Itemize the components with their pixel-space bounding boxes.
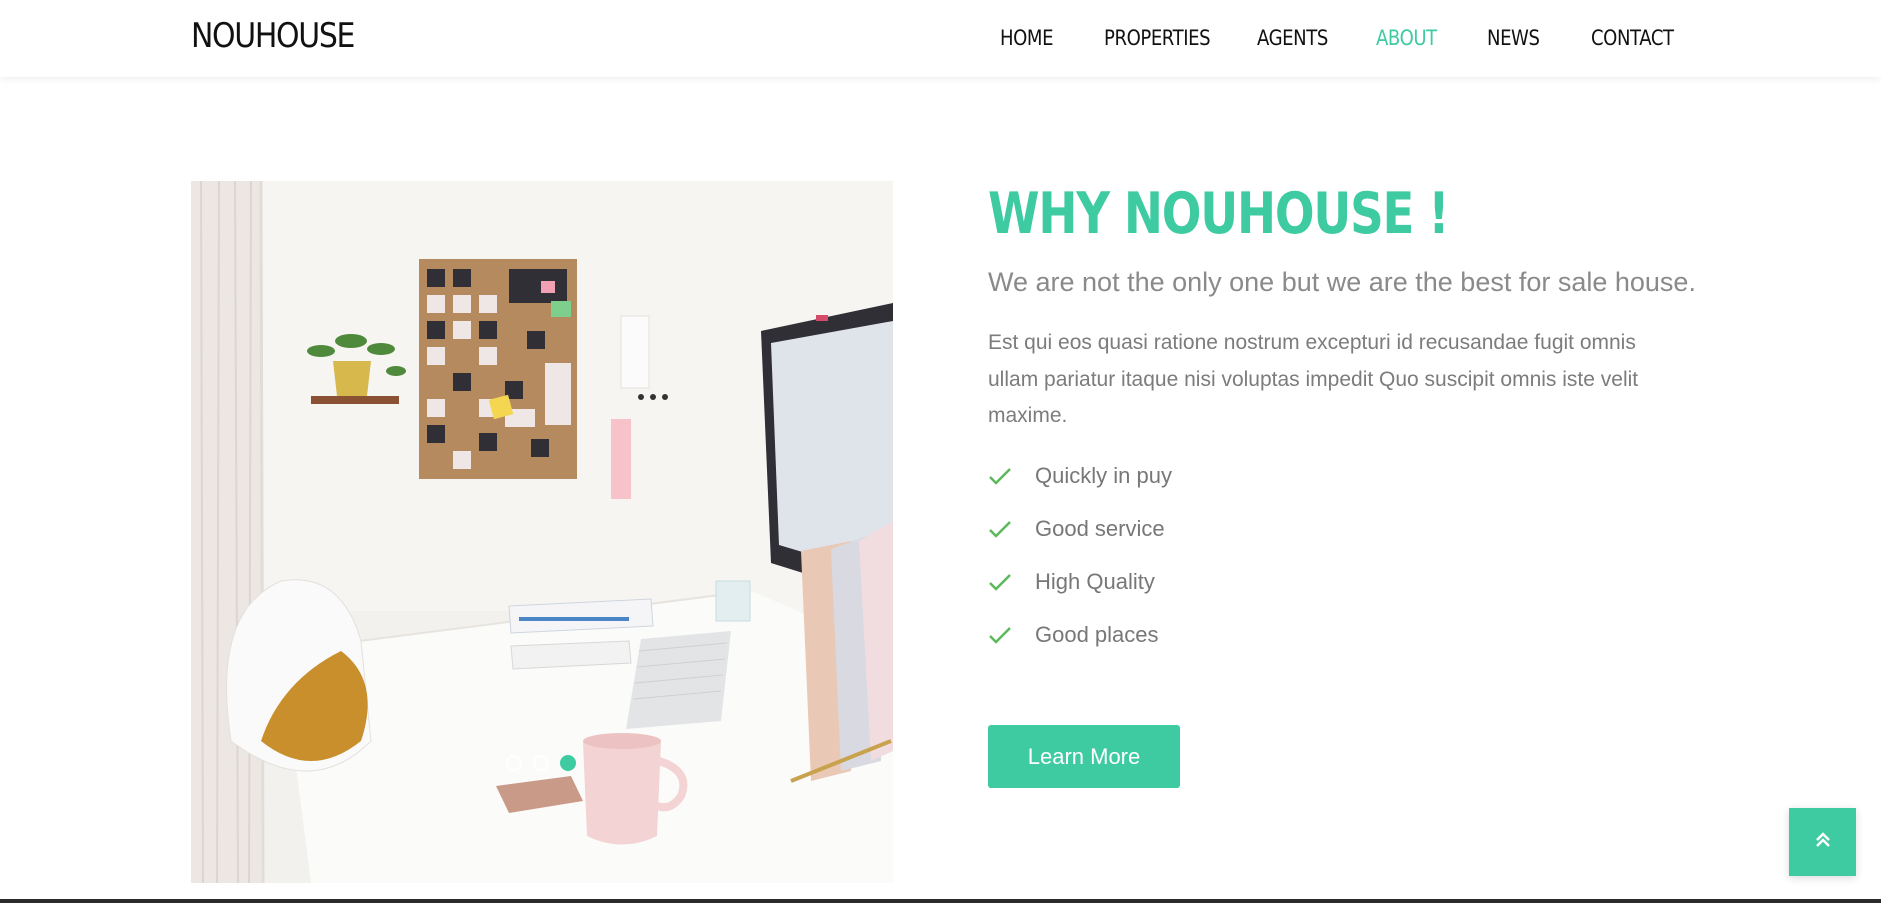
feature-label: High Quality (1035, 569, 1155, 594)
feature-item: High Quality (988, 556, 1708, 609)
check-icon (988, 569, 1014, 595)
feature-item: Good places (988, 609, 1708, 662)
nav-contact[interactable]: CONTACT (1591, 26, 1674, 50)
check-icon (988, 516, 1014, 542)
check-icon (988, 622, 1014, 648)
double-chevron-up-icon (1814, 831, 1832, 854)
nav-properties[interactable]: PROPERTIES (1104, 26, 1211, 50)
carousel-dot-3[interactable] (560, 755, 576, 771)
back-to-top-button[interactable] (1789, 808, 1856, 876)
nav-agents[interactable]: AGENTS (1257, 26, 1328, 50)
feature-item: Good service (988, 503, 1708, 556)
section-subheading: We are not the only one but we are the b… (988, 267, 1696, 297)
image-carousel[interactable] (191, 181, 893, 883)
site-header: NOUHOUSE HOME PROPERTIES AGENTS ABOUT NE… (0, 0, 1881, 77)
section-heading: WHY NOUHOUSE ! (988, 181, 1450, 247)
feature-label: Good places (1035, 622, 1159, 647)
section-paragraph: Est qui eos quasi ratione nostrum except… (988, 331, 1639, 427)
nav-about[interactable]: ABOUT (1376, 26, 1437, 50)
feature-label: Good service (1035, 516, 1165, 541)
main-nav: HOME PROPERTIES AGENTS ABOUT NEWS CONTAC… (0, 26, 1881, 56)
learn-more-button[interactable]: Learn More (988, 725, 1180, 788)
feature-label: Quickly in puy (1035, 463, 1172, 488)
carousel-dot-1[interactable] (506, 755, 522, 771)
nav-home[interactable]: HOME (1000, 26, 1054, 50)
nav-news[interactable]: NEWS (1487, 26, 1540, 50)
desk-workspace-photo (191, 181, 893, 883)
carousel-dot-2[interactable] (533, 755, 549, 771)
check-icon (988, 463, 1014, 489)
window-bottom-edge (0, 899, 1881, 903)
feature-list: Quickly in puy Good service High Quality… (988, 450, 1708, 662)
why-nouhouse-section: WHY NOUHOUSE ! We are not the only one b… (988, 181, 1708, 788)
feature-item: Quickly in puy (988, 450, 1708, 503)
